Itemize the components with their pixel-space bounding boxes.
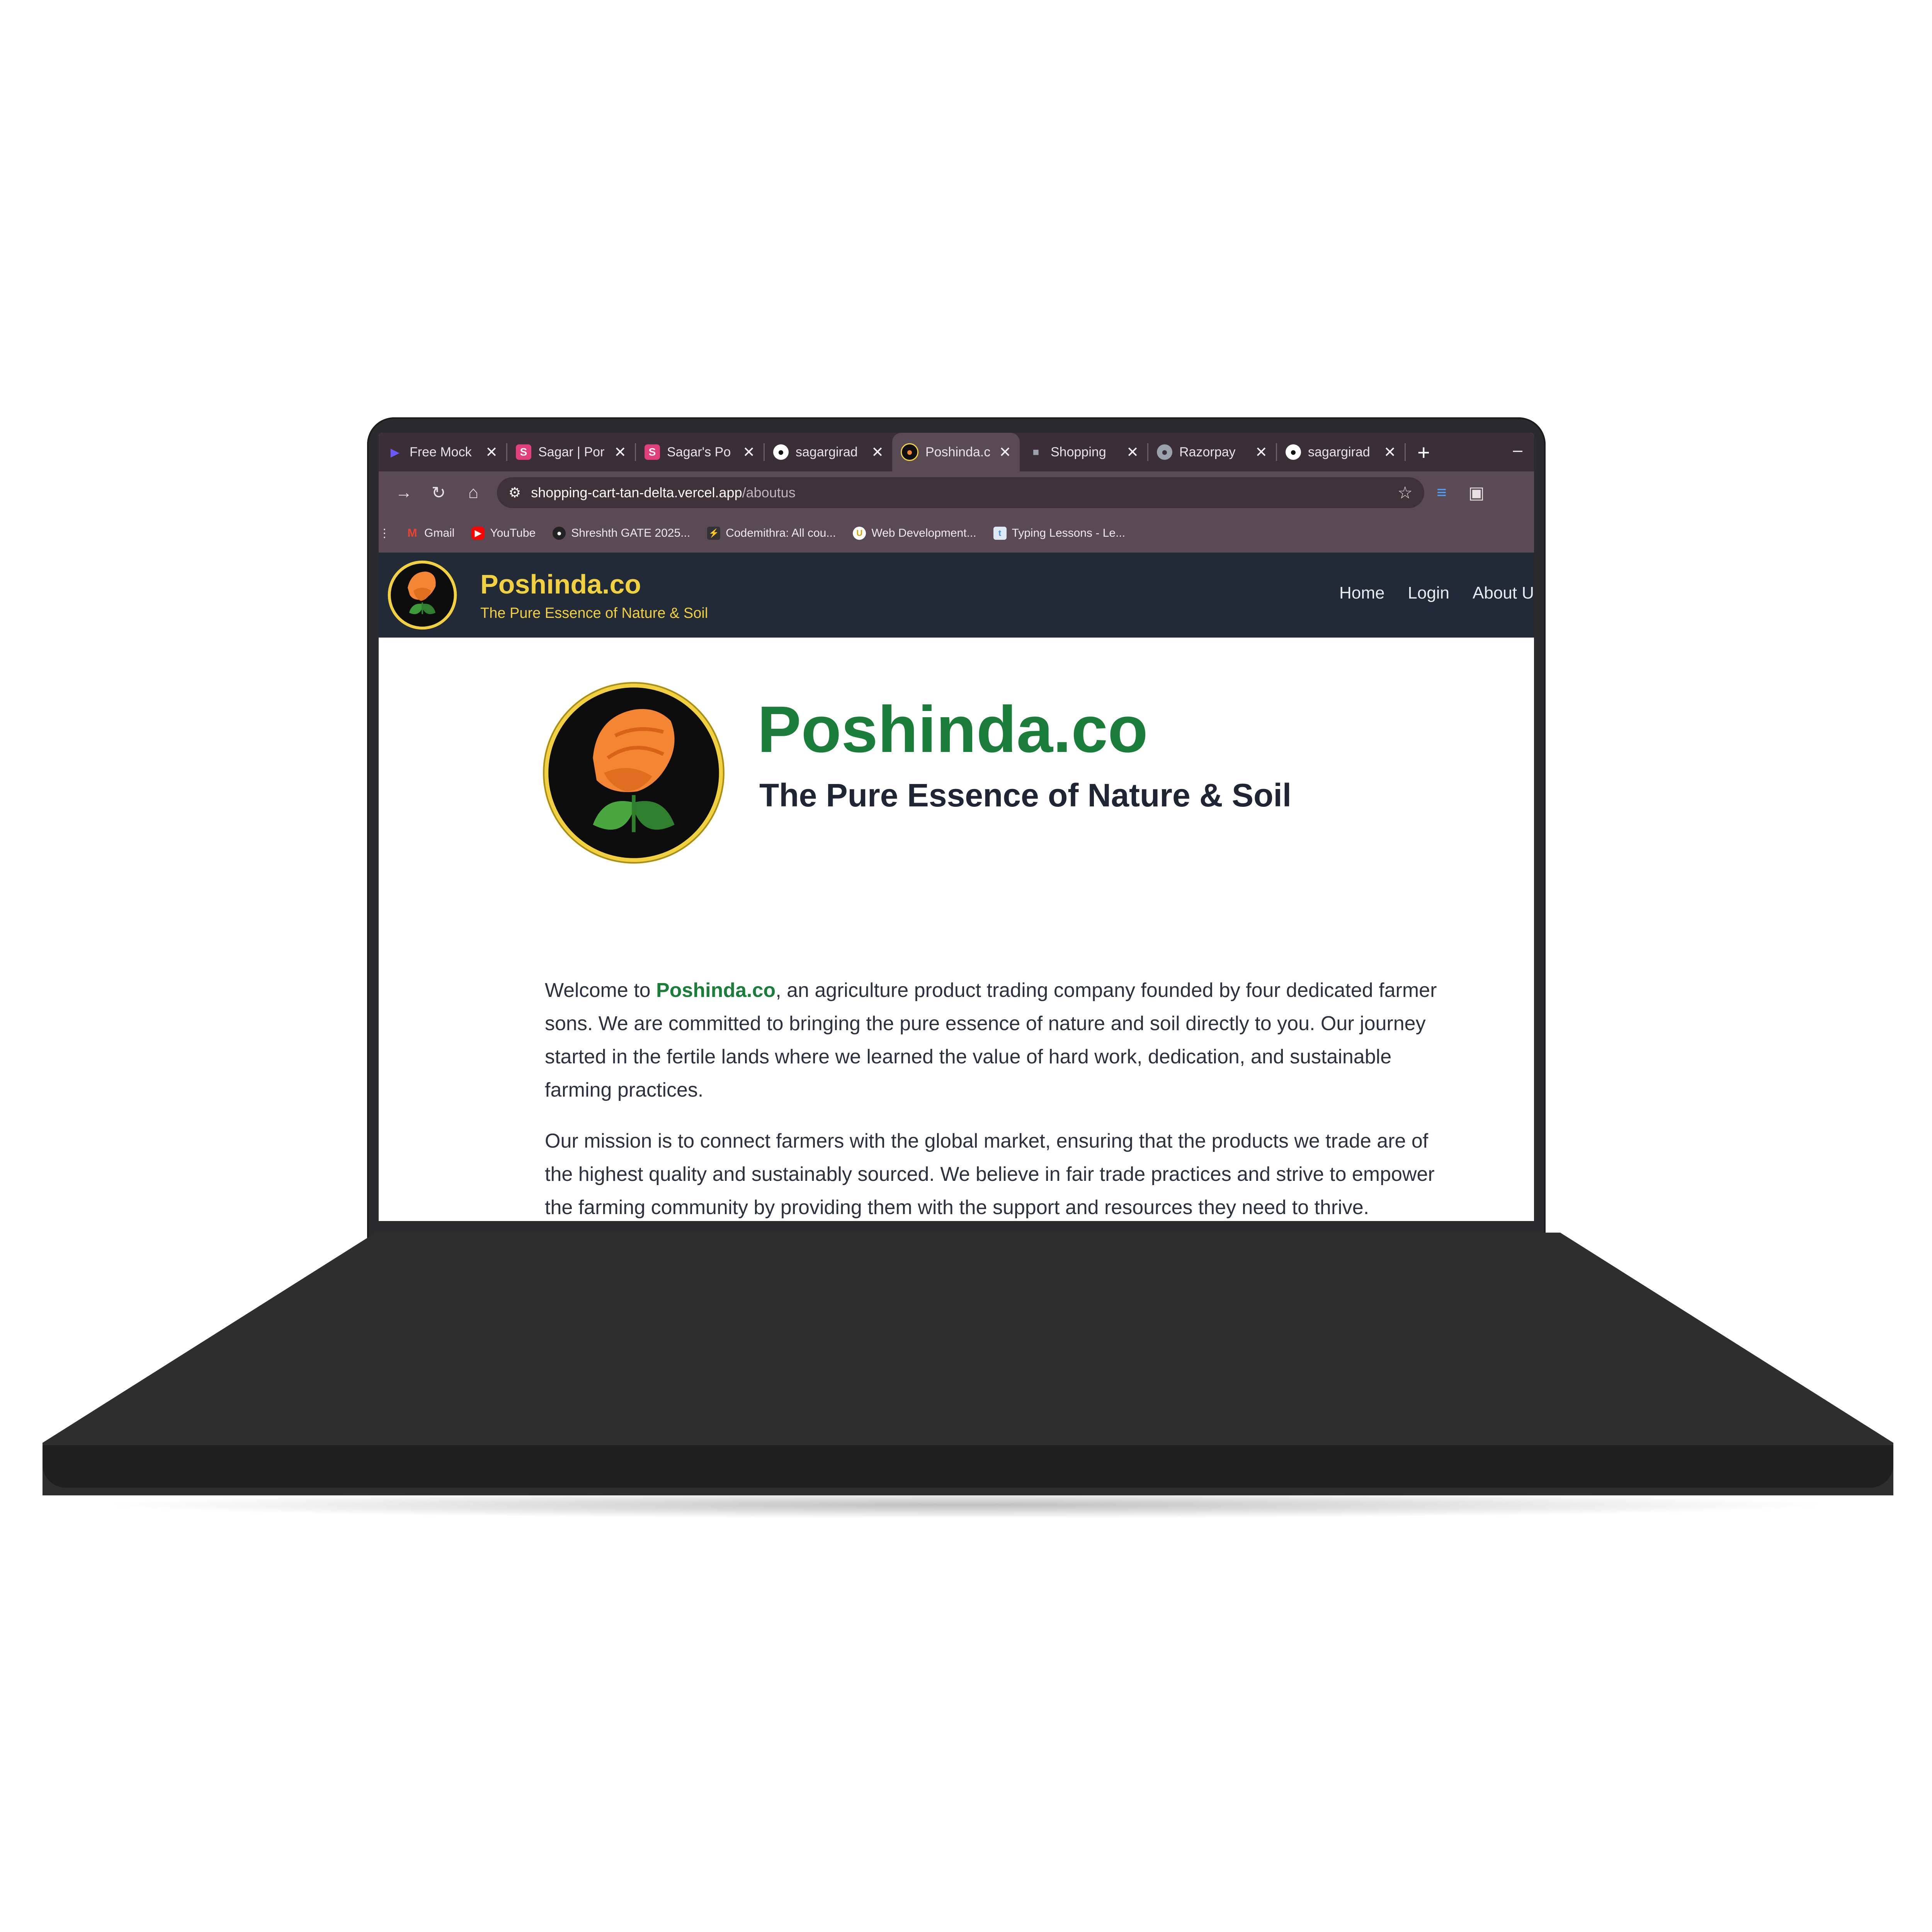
- nav-login[interactable]: Login: [1408, 583, 1449, 603]
- close-icon[interactable]: ✕: [1384, 444, 1396, 461]
- minimize-button[interactable]: –: [1513, 440, 1522, 460]
- close-icon[interactable]: ✕: [614, 444, 626, 461]
- bookmark-label: Gmail: [424, 527, 455, 539]
- bookmark-gmail[interactable]: M Gmail: [406, 527, 455, 540]
- address-url: shopping-cart-tan-delta.vercel.app/about…: [531, 485, 1387, 501]
- nav-about-us[interactable]: About U: [1473, 583, 1534, 603]
- udemy-icon: U: [853, 527, 866, 540]
- tab-github-2[interactable]: ● sagargirad ✕: [1277, 433, 1405, 471]
- site-header: Poshinda.co The Pure Essence of Nature &…: [379, 553, 1534, 638]
- browser-tab-strip: ▶ Free Mock ✕ S Sagar | Por ✕ S Sagar's …: [379, 433, 1534, 471]
- home-icon[interactable]: ⌂: [456, 483, 491, 502]
- reading-list-icon[interactable]: ≡: [1424, 483, 1459, 502]
- s-logo-icon: S: [516, 444, 531, 460]
- tab-label: sagargirad: [1308, 444, 1370, 459]
- bookmark-codemithra[interactable]: ⚡ Codemithra: All cou...: [707, 527, 836, 540]
- bookmark-webdev[interactable]: U Web Development...: [853, 527, 976, 540]
- tab-github-1[interactable]: ● sagargirad ✕: [765, 433, 892, 471]
- tab-label: Sagar | Por: [538, 444, 605, 459]
- close-icon[interactable]: ✕: [999, 444, 1011, 461]
- bookmark-label: Typing Lessons - Le...: [1012, 527, 1126, 539]
- tab-shopping[interactable]: ■ Shopping ✕: [1020, 433, 1147, 471]
- poshinda-logo-icon: ●: [901, 443, 918, 461]
- bookmark-star-icon[interactable]: ☆: [1398, 483, 1413, 503]
- p1-prefix: Welcome to: [545, 979, 656, 1002]
- page-subtitle: The Pure Essence of Nature & Soil: [759, 777, 1292, 813]
- bookmark-typing[interactable]: t Typing Lessons - Le...: [993, 527, 1126, 540]
- laptop-screen: ▶ Free Mock ✕ S Sagar | Por ✕ S Sagar's …: [379, 433, 1534, 1221]
- globe-icon: ●: [1157, 444, 1172, 460]
- new-tab-button[interactable]: +: [1406, 440, 1442, 465]
- bookmark-youtube[interactable]: ▶ YouTube: [471, 527, 536, 540]
- youtube-icon: ▶: [471, 527, 485, 540]
- tab-label: Razorpay: [1179, 444, 1236, 459]
- laptop-shadow: [97, 1492, 1835, 1519]
- page-title: Poshinda.co: [757, 693, 1148, 766]
- s-logo-icon: S: [645, 444, 660, 460]
- tab-poshinda[interactable]: ● Poshinda.c ✕: [892, 433, 1020, 471]
- site-info-icon[interactable]: ⚙: [509, 485, 521, 501]
- arrow-play-icon: ▶: [391, 446, 399, 458]
- typing-icon: t: [993, 527, 1007, 540]
- tab-label: Free Mock: [410, 444, 472, 459]
- browser-toolbar: → ↻ ⌂ ⚙ shopping-cart-tan-delta.vercel.a…: [379, 471, 1534, 514]
- site-tagline: The Pure Essence of Nature & Soil: [480, 605, 708, 621]
- url-path: /aboutus: [742, 485, 796, 500]
- bookmark-label: Web Development...: [871, 527, 976, 539]
- address-bar[interactable]: ⚙ shopping-cart-tan-delta.vercel.app/abo…: [497, 477, 1424, 508]
- tab-razorpay[interactable]: ● Razorpay ✕: [1148, 433, 1276, 471]
- tab-label: sagargirad: [796, 444, 858, 459]
- about-paragraph-1: Welcome to Poshinda.co, an agriculture p…: [545, 974, 1457, 1107]
- site-brand[interactable]: Poshinda.co The Pure Essence of Nature &…: [480, 569, 708, 622]
- close-icon[interactable]: ✕: [485, 444, 498, 461]
- p1-brand: Poshinda.co: [656, 979, 776, 1002]
- apps-icon[interactable]: ⋮: [379, 527, 390, 540]
- bookmark-label: Shreshth GATE 2025...: [571, 527, 690, 539]
- close-icon[interactable]: ✕: [1126, 444, 1139, 461]
- tab-label: Poshinda.c: [925, 444, 991, 459]
- tab-sagar-portfolio[interactable]: S Sagar | Por ✕: [507, 433, 635, 471]
- bookmark-label: YouTube: [490, 527, 536, 539]
- bookmark-shreshth[interactable]: ● Shreshth GATE 2025...: [553, 527, 690, 540]
- poshinda-logo-icon[interactable]: [386, 558, 459, 632]
- hero-logo: [543, 682, 725, 864]
- lightning-icon: ⚡: [707, 527, 721, 540]
- github-icon: ●: [1286, 444, 1301, 460]
- github-icon: ●: [773, 444, 789, 460]
- extensions-icon[interactable]: ▣: [1459, 483, 1494, 503]
- laptop-base-edge: [43, 1445, 1893, 1488]
- close-icon[interactable]: ✕: [871, 444, 884, 461]
- forward-icon[interactable]: →: [386, 483, 421, 502]
- tab-label: Shopping: [1051, 444, 1106, 459]
- url-domain: shopping-cart-tan-delta.vercel.app: [531, 485, 742, 500]
- site-brand-name: Poshinda.co: [480, 569, 641, 599]
- bookmark-label: Codemithra: All cou...: [726, 527, 836, 539]
- tab-label: Sagar's Po: [667, 444, 731, 459]
- tab-free-mockup[interactable]: ▶ Free Mock ✕: [379, 433, 506, 471]
- close-icon[interactable]: ✕: [1255, 444, 1267, 461]
- globe-icon: ●: [553, 527, 566, 540]
- site-nav: Home Login About U: [1339, 583, 1534, 603]
- about-paragraph-2: Our mission is to connect farmers with t…: [545, 1130, 1435, 1219]
- nav-home[interactable]: Home: [1339, 583, 1384, 603]
- close-icon[interactable]: ✕: [743, 444, 755, 461]
- cart-icon: ■: [1032, 446, 1039, 458]
- bookmarks-bar: ⋮ M Gmail ▶ YouTube ● Shreshth GATE 2025…: [379, 514, 1534, 553]
- reload-icon[interactable]: ↻: [421, 483, 456, 503]
- gmail-icon: M: [407, 527, 417, 539]
- tab-sagars-portfolio[interactable]: S Sagar's Po ✕: [636, 433, 764, 471]
